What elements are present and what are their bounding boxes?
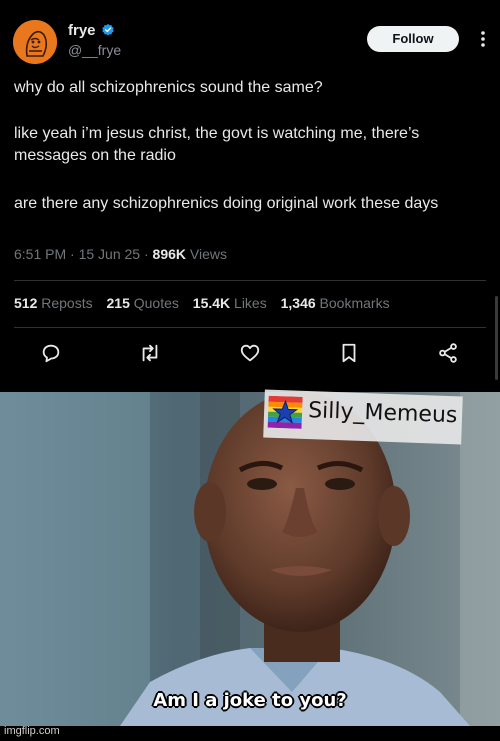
reply-button[interactable] bbox=[38, 340, 64, 366]
like-icon bbox=[240, 344, 260, 362]
share-button[interactable] bbox=[435, 340, 461, 366]
more-icon[interactable] bbox=[473, 29, 493, 49]
divider-bottom bbox=[14, 327, 486, 328]
meme-subtitle: Am I a joke to you? bbox=[153, 690, 347, 711]
imgflip-credit[interactable]: imgflip.com bbox=[4, 725, 60, 737]
avatar-drawing-icon bbox=[13, 20, 57, 64]
stat-bookmarks[interactable]: 1,346 Bookmarks bbox=[281, 295, 390, 311]
like-button[interactable] bbox=[237, 340, 263, 366]
action-bar bbox=[0, 340, 500, 370]
stat-reposts[interactable]: 512 Reposts bbox=[14, 295, 93, 311]
tweet-timestamp[interactable]: 6:51 PM · 15 Jun 25 · bbox=[14, 246, 153, 262]
share-icon bbox=[439, 343, 457, 363]
avatar[interactable] bbox=[13, 20, 57, 64]
tweet-meta: 6:51 PM · 15 Jun 25 · 896K Views bbox=[14, 246, 227, 262]
views-count: 896K bbox=[152, 246, 186, 262]
watermark: Silly_Memeus bbox=[263, 389, 463, 445]
watermark-text: Silly_Memeus bbox=[307, 398, 458, 429]
repost-icon bbox=[142, 344, 158, 362]
tweet-text-line-3: are there any schizophrenics doing origi… bbox=[14, 195, 439, 212]
follow-button[interactable]: Follow bbox=[367, 26, 459, 52]
author-handle[interactable]: @__frye bbox=[68, 42, 121, 58]
reply-icon bbox=[42, 344, 60, 363]
views-label: Views bbox=[186, 246, 227, 262]
author-name[interactable]: frye bbox=[68, 22, 96, 39]
stat-likes[interactable]: 15.4K Likes bbox=[193, 295, 267, 311]
repost-button[interactable] bbox=[137, 340, 163, 366]
tweet-card: frye @__frye Follow why do all schizophr… bbox=[0, 0, 500, 386]
divider-top bbox=[14, 280, 486, 281]
tweet-text-line-2: like yeah i’m jesus christ, the govt is … bbox=[14, 125, 420, 164]
verified-badge-icon bbox=[102, 23, 114, 36]
tweet-text-line-1: why do all schizophrenics sound the same… bbox=[14, 79, 323, 96]
bookmark-button[interactable] bbox=[336, 340, 362, 366]
stat-quotes[interactable]: 215 Quotes bbox=[107, 295, 179, 311]
tweet-stats: 512 Reposts 215 Quotes 15.4K Likes 1,346… bbox=[14, 295, 400, 311]
rainbow-star-logo-icon bbox=[267, 395, 303, 429]
bookmark-icon bbox=[342, 343, 356, 363]
